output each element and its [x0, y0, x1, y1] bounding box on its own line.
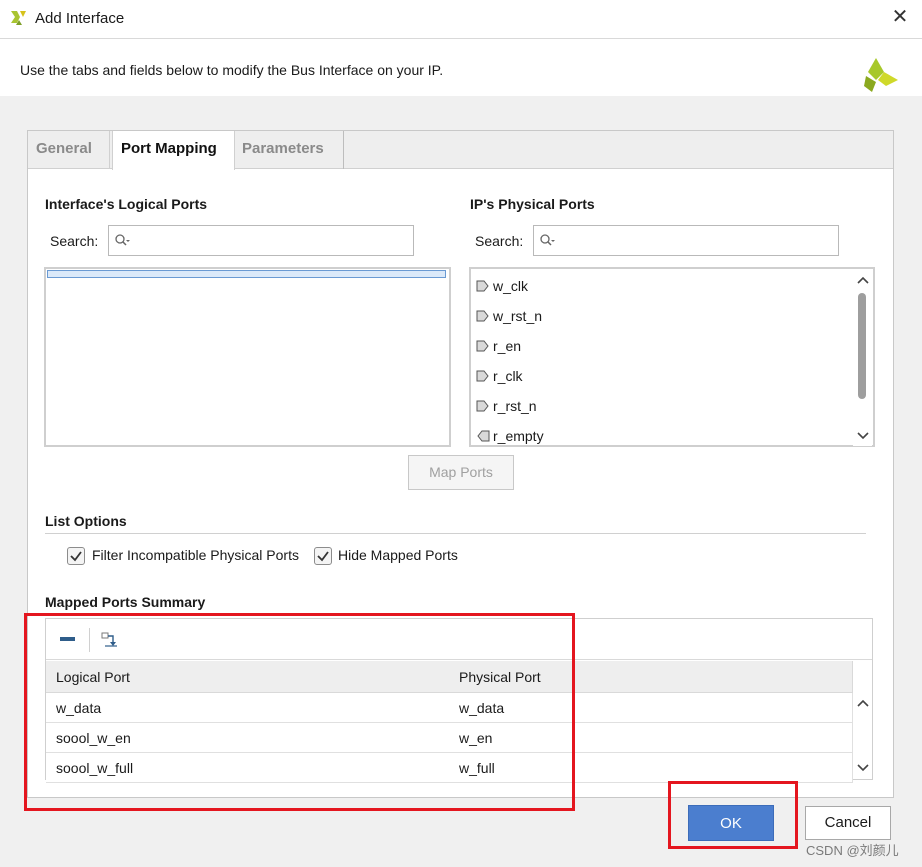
- output-port-icon: [477, 430, 490, 442]
- physical-search-input[interactable]: [533, 225, 839, 256]
- input-port-icon: [476, 370, 489, 382]
- filter-incompatible-label[interactable]: Filter Incompatible Physical Ports: [92, 547, 299, 563]
- list-item[interactable]: r_en: [475, 334, 845, 358]
- scroll-up-icon[interactable]: [855, 273, 871, 287]
- tab-parameters[interactable]: Parameters: [234, 131, 344, 169]
- logical-ports-list[interactable]: [44, 267, 451, 447]
- watermark-text: CSDN @刘颜儿: [806, 843, 899, 858]
- physical-list-scrollbar[interactable]: [853, 270, 872, 446]
- tab-general[interactable]: General: [28, 131, 110, 169]
- filter-incompatible-checkbox[interactable]: [67, 547, 85, 565]
- checkmark-icon: [70, 551, 82, 562]
- physical-ports-list[interactable]: w_clk w_rst_n r_en r_clk r_rst_n r_empty: [469, 267, 875, 447]
- port-name: r_empty: [493, 428, 544, 444]
- cancel-button[interactable]: Cancel: [805, 806, 891, 840]
- physical-search-label: Search:: [475, 233, 524, 249]
- search-icon: [115, 234, 130, 246]
- list-item[interactable]: r_clk: [475, 364, 845, 388]
- checkmark-icon: [317, 551, 329, 562]
- logical-search-input[interactable]: [108, 225, 414, 256]
- search-icon: [540, 234, 555, 246]
- input-port-icon: [476, 400, 489, 412]
- physical-ports-title: IP's Physical Ports: [470, 196, 595, 212]
- scroll-down-icon[interactable]: [855, 429, 871, 443]
- title-bar: [0, 0, 922, 38]
- highlight-box-summary: [24, 613, 575, 811]
- list-item[interactable]: w_clk: [475, 274, 845, 298]
- window-title: Add Interface: [35, 10, 125, 27]
- port-name: r_en: [493, 338, 522, 354]
- port-name: w_rst_n: [493, 308, 543, 324]
- input-port-icon: [476, 280, 489, 292]
- close-icon[interactable]: ✕: [889, 6, 911, 28]
- port-name: r_clk: [493, 368, 523, 384]
- input-port-icon: [476, 340, 489, 352]
- map-ports-button[interactable]: Map Ports: [408, 455, 514, 490]
- summary-title: Mapped Ports Summary: [45, 594, 206, 610]
- port-name: w_clk: [493, 278, 529, 294]
- hide-mapped-checkbox[interactable]: [314, 547, 332, 565]
- hide-mapped-label[interactable]: Hide Mapped Ports: [338, 547, 458, 563]
- logical-ports-title: Interface's Logical Ports: [45, 196, 208, 212]
- port-name: r_rst_n: [493, 398, 537, 414]
- section-divider: [45, 533, 866, 534]
- tab-port-mapping[interactable]: Port Mapping: [112, 131, 235, 170]
- xilinx-logo-icon: [11, 11, 26, 25]
- input-port-icon: [476, 310, 489, 322]
- summary-table-scrollbar[interactable]: [853, 661, 872, 779]
- highlight-box-ok: [668, 781, 798, 849]
- scroll-down-icon[interactable]: [855, 761, 871, 775]
- scroll-up-icon[interactable]: [855, 696, 871, 710]
- list-item[interactable]: r_empty: [475, 424, 845, 448]
- list-item[interactable]: w_rst_n: [475, 304, 845, 328]
- list-item[interactable]: r_rst_n: [475, 394, 845, 418]
- header-description: Use the tabs and fields below to modify …: [20, 62, 444, 78]
- vivado-logo-icon: [864, 58, 898, 92]
- logical-search-label: Search:: [50, 233, 99, 249]
- scroll-thumb[interactable]: [858, 293, 866, 399]
- list-options-title: List Options: [45, 513, 127, 529]
- list-selection-row[interactable]: [47, 270, 446, 278]
